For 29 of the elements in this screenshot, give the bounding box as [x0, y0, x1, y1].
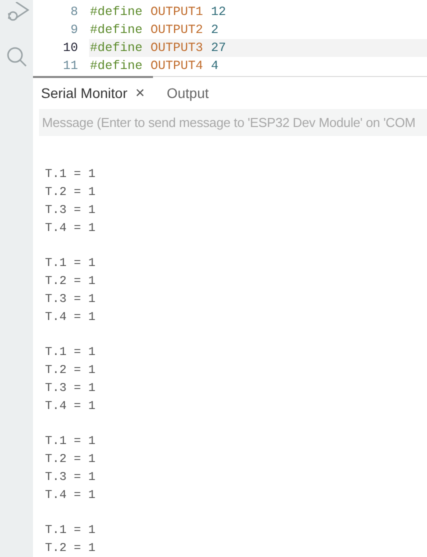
output-line: T.3 = 1	[45, 291, 96, 308]
close-icon[interactable]: ×	[135, 82, 145, 106]
code-line: #define OUTPUT1 12	[89, 4, 228, 21]
output-line: T.4 = 1	[45, 309, 96, 326]
search-icon[interactable]	[6, 46, 28, 68]
line-number: 10	[62, 40, 79, 57]
output-line: T.4 = 1	[45, 220, 96, 237]
line-number: 8	[69, 4, 79, 21]
code-line: #define OUTPUT4 4	[89, 58, 220, 75]
output-line: T.1 = 1	[45, 344, 96, 361]
message-field[interactable]: Message (Enter to send message to 'ESP32 Dev Module' on 'COM	[39, 109, 427, 136]
panel-tab[interactable]: Output	[166, 76, 209, 110]
output-line: T.1 = 1	[45, 433, 96, 450]
line-number: 9	[69, 22, 79, 39]
output-line: T.1 = 1	[45, 255, 96, 272]
line-number: 11	[62, 58, 79, 75]
output-line: T.4 = 1	[45, 487, 96, 504]
output-line: T.3 = 1	[45, 469, 96, 486]
output-line: T.1 = 1	[45, 166, 96, 183]
output-line: T.4 = 1	[45, 398, 96, 415]
output-line: T.2 = 1	[45, 540, 96, 557]
output-line: T.3 = 1	[45, 202, 96, 219]
output-line: T.2 = 1	[45, 451, 96, 468]
code-line: #define OUTPUT2 2	[89, 22, 220, 39]
output-line: T.2 = 1	[45, 273, 96, 290]
output-line: T.2 = 1	[45, 362, 96, 379]
output-line: T.1 = 1	[45, 522, 96, 539]
output-line: T.2 = 1	[45, 184, 96, 201]
output-line: T.3 = 1	[45, 380, 96, 397]
